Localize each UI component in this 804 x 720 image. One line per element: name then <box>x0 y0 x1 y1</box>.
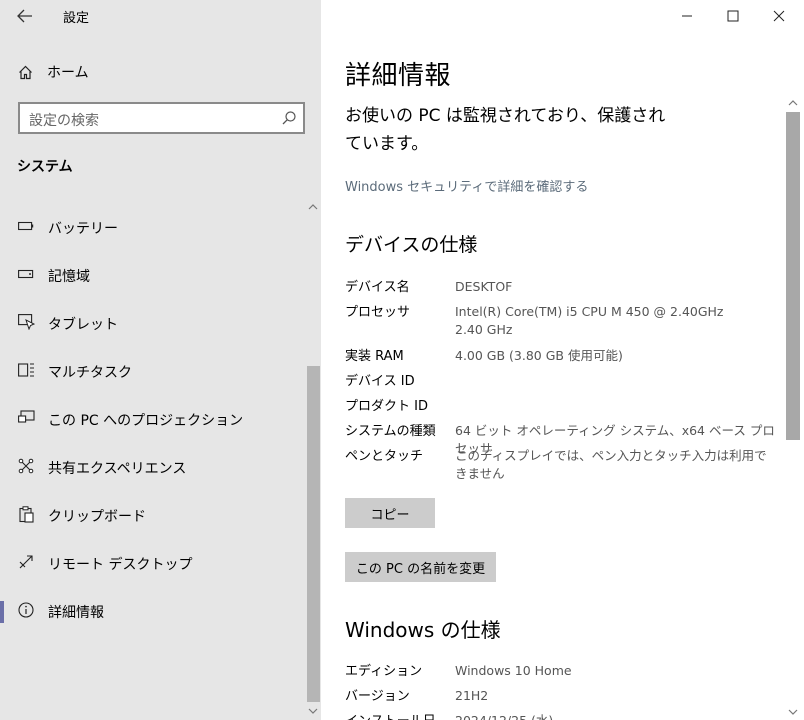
sidebar-scrollbar-thumb[interactable] <box>307 366 320 702</box>
scroll-up-icon[interactable] <box>785 95 801 111</box>
sidebar-item-label: バッテリー <box>48 221 118 237</box>
home-link[interactable]: ホーム <box>18 62 89 82</box>
scroll-up-icon[interactable] <box>306 200 320 214</box>
sidebar-item-label: 記憶域 <box>48 269 90 285</box>
maximize-icon <box>727 10 739 22</box>
spec-key: デバイス名 <box>345 280 410 295</box>
section-title: システム <box>17 159 73 175</box>
page-title: 詳細情報 <box>345 61 452 91</box>
sidebar-item-storage[interactable]: 記憶域 <box>0 255 305 295</box>
spec-key: インストール日 <box>345 710 436 720</box>
back-arrow-icon <box>17 9 32 23</box>
title-bar: 設定 <box>0 0 321 32</box>
close-icon <box>773 10 785 22</box>
protection-message: お使いの PC は監視されており、保護されています。 <box>345 106 666 154</box>
sidebar-item-clipboard[interactable]: クリップボード <box>0 495 305 535</box>
spec-value: 21H2 <box>455 688 489 703</box>
spec-key: デバイス ID <box>345 374 415 389</box>
multitasking-icon <box>17 361 35 379</box>
spec-value: 2024/12/25 (水) <box>455 712 775 720</box>
rename-pc-button[interactable]: この PC の名前を変更 <box>345 552 496 582</box>
back-button[interactable] <box>14 5 36 27</box>
sidebar-item-label: 詳細情報 <box>48 605 104 621</box>
spec-key: プロセッサ <box>345 305 411 320</box>
device-spec-heading: デバイスの仕様 <box>345 234 478 256</box>
sidebar-item-multitasking[interactable]: マルチタスク <box>0 351 305 391</box>
shared-experiences-icon <box>17 457 35 475</box>
spec-value: Intel(R) Core(TM) i5 CPU M 450 @ 2.40GHz… <box>455 304 724 337</box>
sidebar-item-label: マルチタスク <box>48 365 132 381</box>
spec-value: 4.00 GB (3.80 GB 使用可能) <box>455 348 623 363</box>
minimize-button[interactable] <box>664 0 710 32</box>
close-button[interactable] <box>756 0 802 32</box>
spec-key: システムの種類 <box>345 424 436 439</box>
sidebar-item-label: クリップボード <box>48 509 146 525</box>
spec-key: バージョン <box>345 689 410 704</box>
sidebar-item-projection[interactable]: この PC へのプロジェクション <box>0 399 305 439</box>
sidebar: 設定 ホーム 設定の検索 システム バッテリー 記憶域 タブレット マルチタスク… <box>0 0 321 720</box>
security-link[interactable]: Windows セキュリティで詳細を確認する <box>345 176 588 195</box>
home-label: ホーム <box>47 65 89 81</box>
scroll-down-icon[interactable] <box>785 704 801 720</box>
search-icon <box>282 111 296 125</box>
tablet-icon <box>17 313 35 331</box>
copy-button[interactable]: コピー <box>345 498 435 528</box>
search-placeholder: 設定の検索 <box>29 113 99 129</box>
sidebar-item-label: 共有エクスペリエンス <box>48 461 187 477</box>
spec-key: プロダクト ID <box>345 399 428 414</box>
spec-value: Windows 10 Home <box>455 663 572 678</box>
sidebar-item-label: タブレット <box>48 317 118 333</box>
clipboard-icon <box>17 505 35 523</box>
remote-desktop-icon <box>17 553 35 571</box>
sidebar-item-tablet[interactable]: タブレット <box>0 303 305 343</box>
battery-icon <box>17 217 35 235</box>
sidebar-item-shared-experiences[interactable]: 共有エクスペリエンス <box>0 447 305 487</box>
home-icon <box>19 65 32 79</box>
spec-key: エディション <box>345 664 423 679</box>
minimize-icon <box>682 15 692 17</box>
spec-value: DESKTOF <box>455 279 513 294</box>
projection-icon <box>17 409 35 427</box>
maximize-button[interactable] <box>710 0 756 32</box>
storage-icon <box>17 265 35 283</box>
main-content: 詳細情報 お使いの PC は監視されており、保護されています。 Windows … <box>321 0 804 720</box>
scroll-down-icon[interactable] <box>306 704 320 718</box>
sidebar-item-about[interactable]: 詳細情報 <box>0 591 305 631</box>
spec-value: このディスプレイでは、ペン入力とタッチ入力は利用できません <box>455 448 767 481</box>
sidebar-item-label: この PC へのプロジェクション <box>48 413 244 429</box>
info-icon <box>17 601 35 619</box>
spec-key: 実装 RAM <box>345 349 404 364</box>
windows-spec-heading: Windows の仕様 <box>345 618 501 642</box>
app-title: 設定 <box>63 11 90 26</box>
sidebar-item-remote-desktop[interactable]: リモート デスクトップ <box>0 543 305 583</box>
sidebar-item-battery[interactable]: バッテリー <box>0 207 305 247</box>
spec-key: ペンとタッチ <box>345 449 424 464</box>
search-box[interactable]: 設定の検索 <box>18 102 305 134</box>
sidebar-item-label: リモート デスクトップ <box>48 557 193 573</box>
main-scrollbar-thumb[interactable] <box>786 112 800 440</box>
